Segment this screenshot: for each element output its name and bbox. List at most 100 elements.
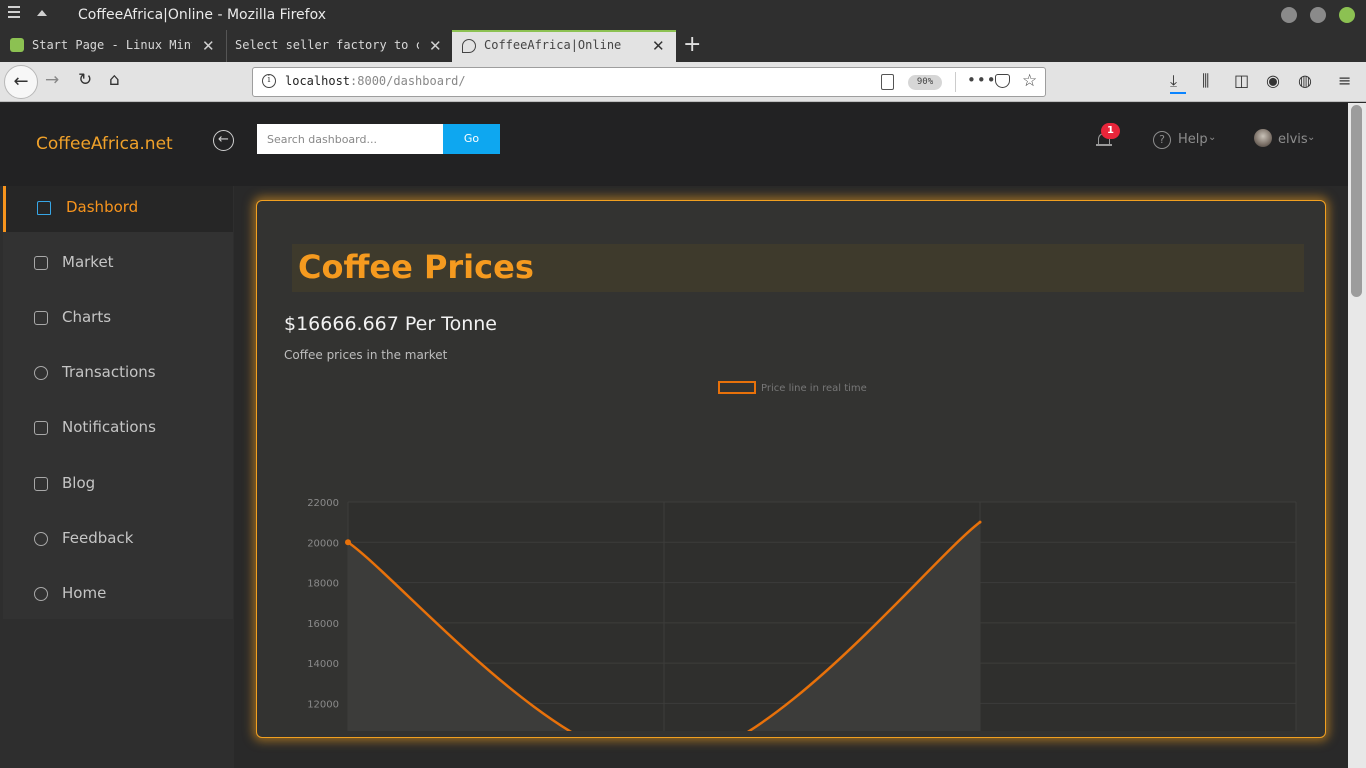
- home-button[interactable]: ⌂: [109, 70, 120, 90]
- bookmark-star-icon[interactable]: ☆: [1022, 71, 1037, 91]
- window-up-icon[interactable]: [37, 10, 47, 16]
- close-window-button[interactable]: [1339, 7, 1355, 23]
- help-menu[interactable]: Help: [1178, 132, 1208, 147]
- tab-select-seller[interactable]: Select seller factory to chang ✕: [226, 30, 452, 62]
- page-actions-icon[interactable]: •••: [967, 71, 997, 89]
- coffee-prices-card: Coffee Prices $16666.667 Per Tonne Coffe…: [256, 200, 1326, 738]
- tab-coffeeafrica[interactable]: CoffeeAfrica|Online ✕: [452, 30, 676, 62]
- market-icon: [34, 256, 48, 270]
- url-text[interactable]: localhost:8000/dashboard/: [285, 74, 466, 88]
- window-menu-icon[interactable]: [8, 6, 20, 18]
- card-subtitle: Coffee prices in the market: [284, 348, 448, 362]
- data-point: [345, 539, 351, 546]
- sidebar-item-charts[interactable]: Charts: [3, 296, 233, 342]
- zoom-badge[interactable]: 90%: [908, 75, 942, 90]
- sidebar-item-label: Notifications: [62, 418, 156, 436]
- feedback-icon: [34, 532, 48, 546]
- download-icon[interactable]: ⤓: [1170, 71, 1187, 94]
- account-icon[interactable]: ◉: [1266, 71, 1280, 90]
- sidebar-menu: Dashbord Market Charts Transactions Noti…: [3, 186, 233, 619]
- url-path: /dashboard/: [386, 74, 466, 88]
- hamburger-menu-icon[interactable]: ≡: [1338, 71, 1351, 90]
- notification-count-badge[interactable]: 1: [1101, 123, 1120, 139]
- sidebar-item-home[interactable]: Home: [3, 572, 233, 618]
- y-tick-label: 14000: [307, 659, 339, 670]
- current-price: $16666.667 Per Tonne: [284, 313, 497, 335]
- sidebar-item-label: Blog: [62, 474, 96, 492]
- page-viewport: CoffeeAfrica.net ← Go 1 ? Help ⌄ elvis ⌄…: [0, 103, 1366, 768]
- sidebar-item-dashboard[interactable]: Dashbord: [3, 186, 233, 232]
- close-tab-icon[interactable]: ✕: [202, 37, 215, 55]
- back-button[interactable]: ←: [4, 65, 38, 99]
- maximize-button[interactable]: [1310, 7, 1326, 23]
- legend-swatch: [718, 381, 756, 394]
- sidebar-item-label: Charts: [62, 308, 112, 326]
- sidebar-item-notifications[interactable]: Notifications: [3, 406, 233, 452]
- globe-icon: [34, 587, 48, 601]
- app-header: CoffeeAfrica.net ← Go 1 ? Help ⌄ elvis ⌄: [0, 103, 1348, 186]
- url-port: :8000: [350, 74, 387, 88]
- sidebar-item-blog[interactable]: Blog: [3, 462, 233, 508]
- card-title: Coffee Prices: [298, 248, 534, 286]
- go-button[interactable]: Go: [443, 124, 500, 154]
- y-tick-label: 12000: [307, 699, 339, 710]
- url-separator: [955, 72, 956, 92]
- price-line-chart: 800010000120001400016000180002000022000 …: [307, 381, 1297, 731]
- sidebar-item-label: Transactions: [62, 363, 156, 381]
- site-info-icon[interactable]: i: [262, 74, 276, 88]
- reload-button[interactable]: ↻: [78, 70, 92, 90]
- sidebar-item-feedback[interactable]: Feedback: [3, 517, 233, 563]
- forward-button[interactable]: →: [45, 70, 59, 90]
- new-tab-button[interactable]: +: [683, 32, 701, 57]
- page-scrollbar[interactable]: [1348, 103, 1366, 768]
- bell-icon: [34, 421, 48, 435]
- sidebar-item-transactions[interactable]: Transactions: [3, 351, 233, 397]
- scrollbar-thumb[interactable]: [1351, 105, 1362, 297]
- window-title: CoffeeAfrica|Online - Mozilla Firefox: [78, 7, 326, 23]
- chevron-down-icon[interactable]: ⌄: [1307, 132, 1315, 143]
- close-tab-icon[interactable]: ✕: [429, 37, 442, 55]
- help-icon[interactable]: ?: [1153, 131, 1171, 149]
- navigation-toolbar: ← → ↻ ⌂ i localhost:8000/dashboard/ 90% …: [0, 62, 1366, 102]
- user-menu[interactable]: elvis: [1278, 132, 1308, 147]
- minimize-button[interactable]: [1281, 7, 1297, 23]
- y-tick-label: 20000: [307, 538, 339, 549]
- card-banner: Coffee Prices: [292, 244, 1304, 292]
- chart-icon: [34, 311, 48, 325]
- sidebar-toggle-icon[interactable]: ◫: [1234, 71, 1249, 90]
- url-bar[interactable]: i localhost:8000/dashboard/ 90% ••• ☆: [252, 67, 1046, 97]
- sync-icon[interactable]: ◍: [1298, 71, 1312, 90]
- library-icon[interactable]: ⫼: [1202, 71, 1209, 91]
- data-point: [978, 520, 982, 524]
- os-titlebar: CoffeeAfrica|Online - Mozilla Firefox: [0, 0, 1366, 30]
- chevron-down-icon[interactable]: ⌄: [1208, 132, 1216, 143]
- sidebar-item-label: Feedback: [62, 529, 134, 547]
- close-tab-icon[interactable]: ✕: [652, 37, 665, 55]
- y-tick-label: 16000: [307, 619, 339, 630]
- transactions-icon: [34, 366, 48, 380]
- tab-label: Start Page - Linux Mint: [32, 38, 192, 52]
- leaf-icon: [462, 39, 476, 53]
- brand-logo[interactable]: CoffeeAfrica.net: [36, 134, 173, 154]
- sidebar: Dashbord Market Charts Transactions Noti…: [0, 186, 234, 768]
- sidebar-item-label: Market: [62, 253, 114, 271]
- legend-label: Price line in real time: [761, 383, 867, 394]
- search-input[interactable]: [257, 124, 443, 154]
- blog-icon: [34, 477, 48, 491]
- y-tick-label: 22000: [307, 498, 339, 509]
- reader-view-icon[interactable]: [881, 74, 894, 90]
- tab-start-page[interactable]: Start Page - Linux Mint ✕: [0, 30, 226, 62]
- tab-label: Select seller factory to chang: [235, 38, 419, 52]
- linux-mint-icon: [10, 38, 24, 52]
- tab-strip: Start Page - Linux Mint ✕ Select seller …: [0, 30, 1366, 62]
- tab-label: CoffeeAfrica|Online: [484, 38, 622, 52]
- avatar[interactable]: [1254, 129, 1272, 147]
- collapse-sidebar-icon[interactable]: ←: [213, 130, 234, 151]
- pocket-icon[interactable]: [995, 74, 1010, 88]
- y-tick-label: 18000: [307, 579, 339, 590]
- sidebar-item-label: Dashbord: [66, 198, 139, 216]
- sidebar-item-market[interactable]: Market: [3, 241, 233, 287]
- y-axis-ticks: 800010000120001400016000180002000022000: [307, 498, 339, 710]
- sidebar-item-label: Home: [62, 584, 107, 602]
- url-host: localhost: [285, 74, 351, 88]
